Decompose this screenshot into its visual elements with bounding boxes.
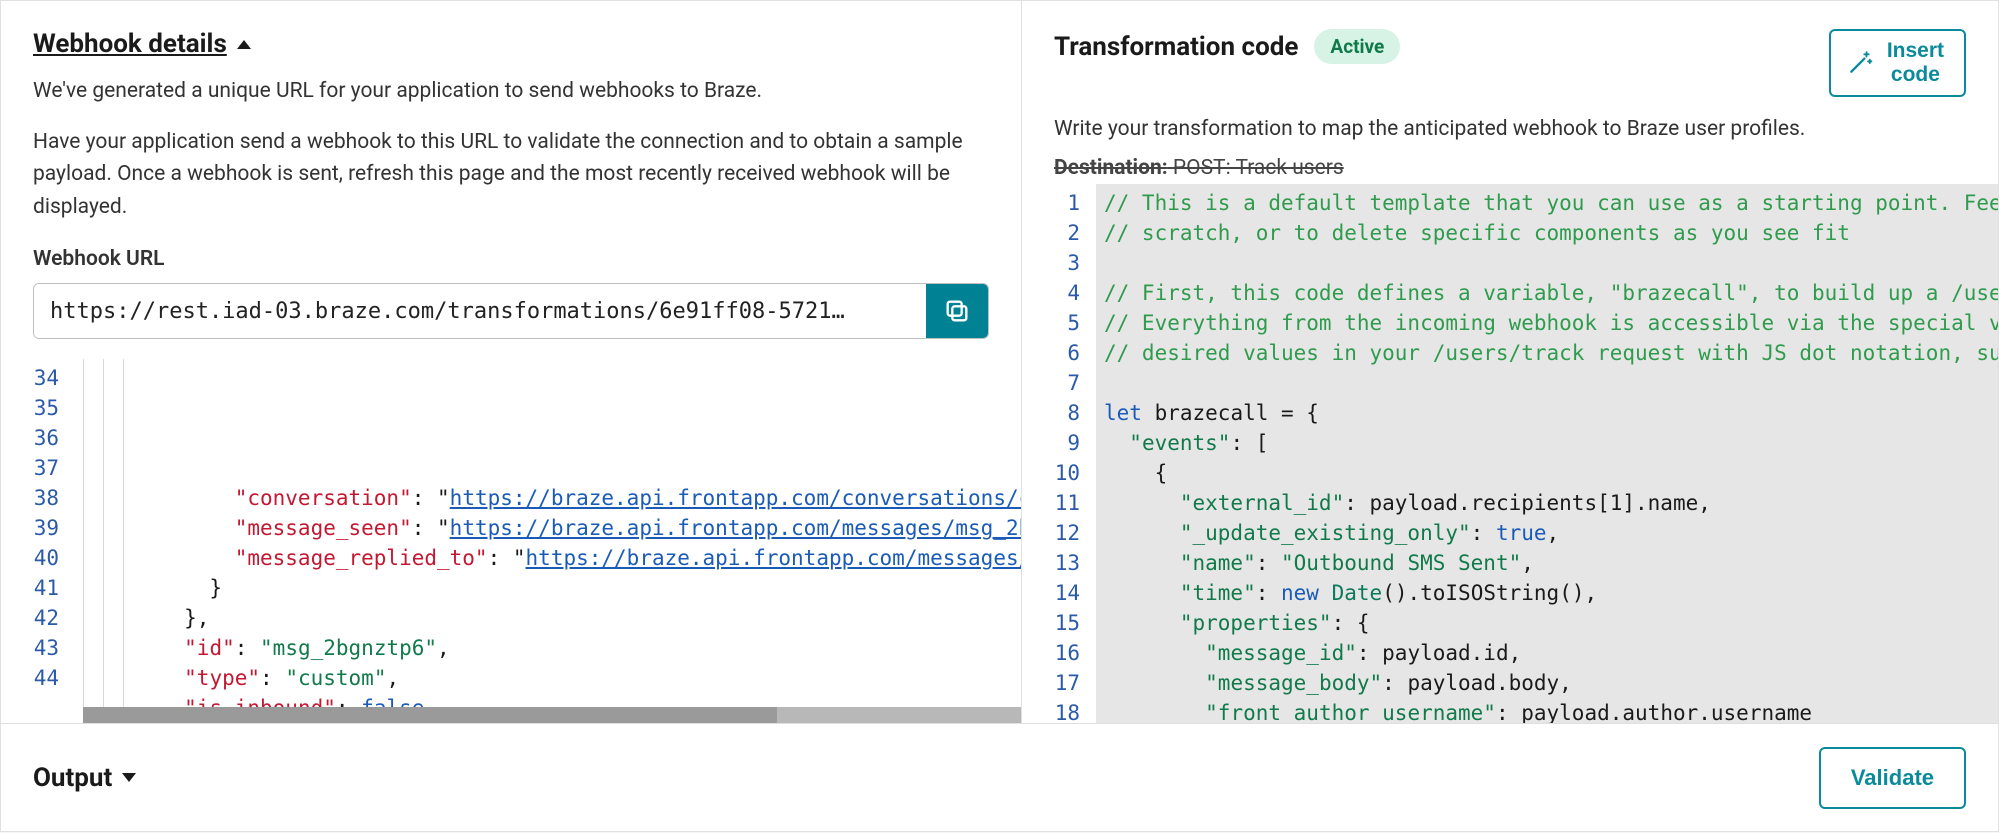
- validate-button[interactable]: Validate: [1819, 747, 1966, 809]
- copy-icon: [943, 297, 971, 325]
- webhook-details-toggle[interactable]: Webhook details: [33, 29, 251, 59]
- output-bar: Output Validate: [0, 724, 1999, 832]
- webhook-url-input[interactable]: [34, 284, 926, 338]
- webhook-details-desc1: We've generated a unique URL for your ap…: [33, 75, 989, 108]
- webhook-details-panel: Webhook details We've generated a unique…: [1, 1, 1022, 723]
- transformation-title: Transformation code: [1054, 32, 1298, 62]
- webhook-details-desc2: Have your application send a webhook to …: [33, 126, 989, 224]
- insert-code-button[interactable]: Insert code: [1829, 29, 1966, 97]
- magic-wand-icon: [1847, 50, 1873, 76]
- horizontal-scrollbar[interactable]: [83, 707, 1021, 723]
- chevron-up-icon: [237, 40, 251, 49]
- status-badge: Active: [1314, 29, 1400, 64]
- transformation-editor[interactable]: 123456789101112131415161718 // This is a…: [1022, 184, 1998, 723]
- webhook-payload-editor[interactable]: 3435363738394041424344 "conversation": "…: [1, 359, 1021, 723]
- insert-code-label2: code: [1887, 63, 1944, 87]
- copy-url-button[interactable]: [926, 284, 988, 338]
- chevron-down-icon: [122, 773, 136, 782]
- insert-code-label1: Insert: [1887, 39, 1944, 63]
- output-toggle[interactable]: Output: [33, 763, 136, 793]
- output-title-text: Output: [33, 763, 112, 793]
- webhook-url-label: Webhook URL: [33, 247, 989, 271]
- destination-row: Destination: POST: Track users: [1022, 146, 1998, 184]
- transformation-desc: Write your transformation to map the ant…: [1022, 113, 1998, 146]
- webhook-details-title: Webhook details: [33, 29, 227, 59]
- transformation-code-panel: Transformation code Active Insert code W…: [1022, 1, 1998, 723]
